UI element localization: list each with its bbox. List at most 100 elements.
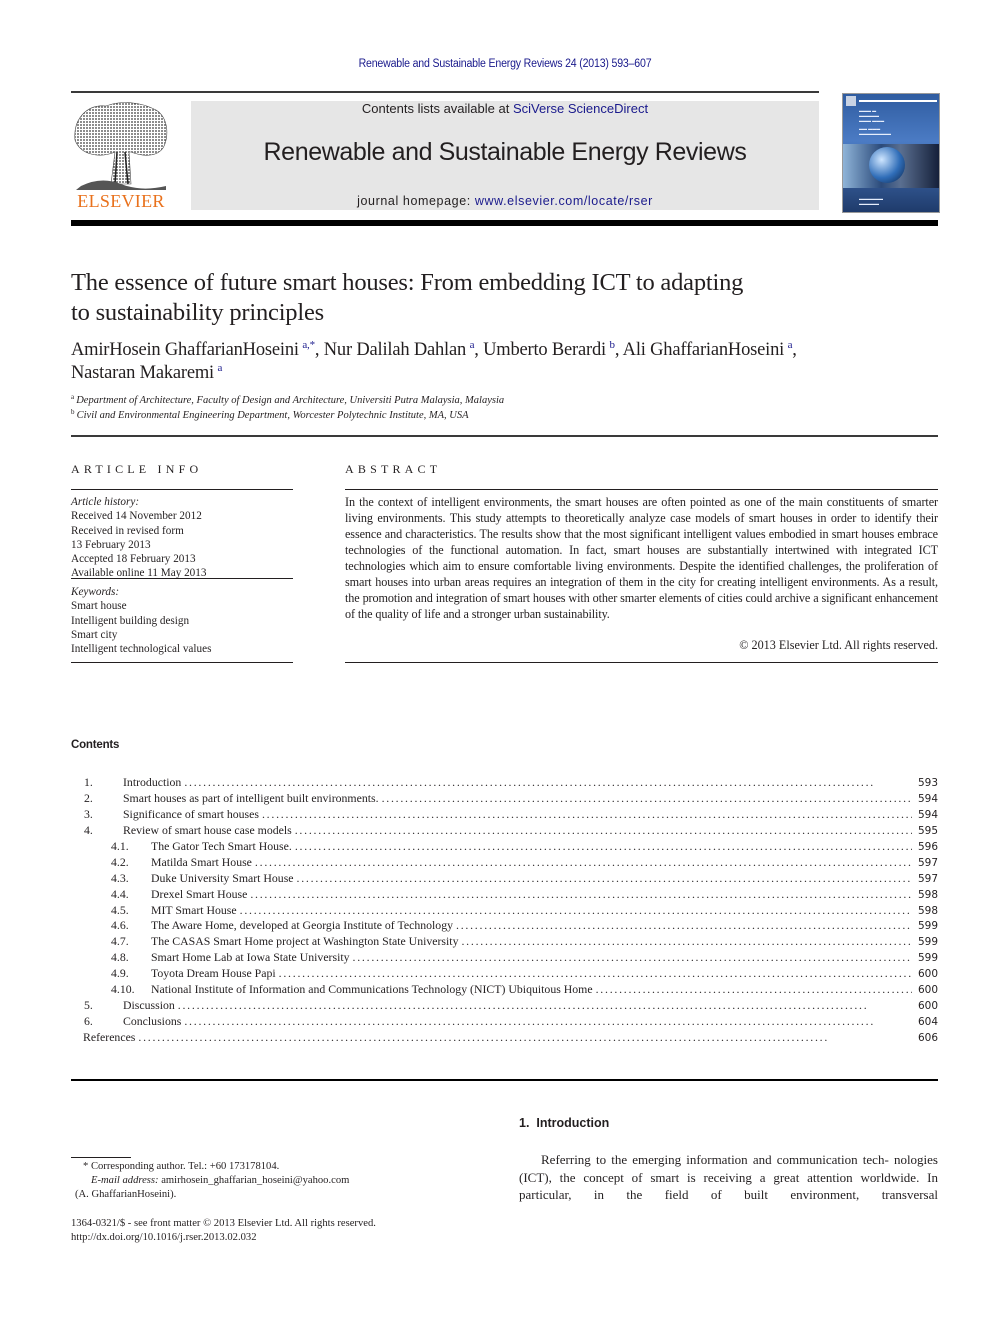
abstract-body: In the context of intelligent environmen…: [345, 494, 938, 622]
email-line: E-mail address: amirhosein_ghaffarian_ho…: [71, 1174, 491, 1188]
toc-number: 4.4.: [111, 886, 129, 901]
affiliations: a Department of Architecture, Faculty of…: [71, 393, 931, 423]
doi-link[interactable]: http://dx.doi.org/10.1016/j.rser.2013.02…: [71, 1232, 257, 1243]
toc-label[interactable]: Matilda Smart House: [151, 854, 255, 871]
toc-entry[interactable]: 2. Smart houses as part of intelligent bu…: [71, 790, 938, 808]
divider: [345, 489, 938, 490]
cover-publisher-icon: [846, 96, 856, 106]
toc-entry[interactable]: 1. Introduction 593: [71, 775, 938, 791]
toc-entry[interactable]: 5. Discussion 600: [71, 998, 938, 1015]
toc-page-number[interactable]: 599: [912, 919, 938, 935]
toc-page-number[interactable]: 598: [912, 888, 938, 904]
toc-label[interactable]: Discussion: [123, 998, 178, 1015]
journal-citation[interactable]: Renewable and Sustainable Energy Reviews…: [40, 58, 969, 70]
toc-entry[interactable]: References 606: [71, 1030, 938, 1046]
title-line-2: to sustainability principles: [71, 299, 324, 326]
toc-leader-dots: [255, 855, 912, 871]
toc-label[interactable]: The Gator Tech Smart House.: [151, 838, 295, 855]
toc-label[interactable]: Smart houses as part of intelligent buil…: [123, 790, 382, 807]
introduction-heading: 1. Introduction: [519, 1116, 610, 1130]
email-link[interactable]: amirhosein_ghaffarian_hoseini@yahoo.com: [161, 1175, 349, 1186]
toc-page-number[interactable]: 593: [912, 776, 938, 792]
author[interactable]: Nur Dalilah Dahlan a: [324, 340, 475, 361]
toc-leader-dots: [240, 903, 912, 919]
toc-entry[interactable]: 4.2. Matilda Smart House 597: [71, 854, 938, 872]
keyword: Intelligent technological values: [71, 643, 212, 656]
toc-page-number[interactable]: 597: [912, 872, 938, 888]
toc-entry[interactable]: 4.9. Toyota Dream House Papi 600: [71, 966, 938, 983]
toc-page-number[interactable]: 596: [912, 840, 938, 856]
toc-number: 4.5.: [111, 902, 129, 917]
toc-number: 5.: [84, 998, 93, 1013]
toc-label[interactable]: References: [83, 1030, 139, 1046]
toc-page-number[interactable]: 599: [912, 951, 938, 967]
toc-entry[interactable]: 4.8. Smart Home Lab at Iowa State Univers…: [71, 950, 938, 967]
elsevier-logo[interactable]: ELSEVIER: [71, 100, 171, 212]
homepage-link[interactable]: www.elsevier.com/locate/rser: [475, 194, 653, 208]
toc-label[interactable]: The CASAS Smart Home project at Washingt…: [151, 934, 462, 951]
toc-entry[interactable]: 4.4. Drexel Smart House 598: [71, 886, 938, 904]
toc-entry[interactable]: 4.10. National Institute of Information a…: [71, 982, 938, 999]
section-divider: [71, 435, 938, 437]
toc-page-number[interactable]: 599: [912, 935, 938, 951]
issn-block: 1364-0321/$ - see front matter © 2013 El…: [71, 1217, 491, 1245]
email-label: E-mail address:: [91, 1175, 159, 1186]
toc-entry[interactable]: 4.5. MIT Smart House 598: [71, 902, 938, 920]
homepage-prefix: journal homepage:: [357, 194, 475, 208]
toc-page-number[interactable]: 600: [912, 999, 938, 1015]
toc-label[interactable]: National Institute of Information and Co…: [151, 982, 596, 999]
author[interactable]: Nastaran Makaremi a: [71, 362, 223, 384]
introduction-paragraph: Referring to the emerging information an…: [519, 1152, 938, 1202]
toc-entry[interactable]: 4.1. The Gator Tech Smart House. 596: [71, 838, 938, 856]
journal-cover-thumbnail[interactable]: ▬▬▬ ▬ ▬▬▬▬▬ ▬▬▬ ▬▬▬ ▬▬ ▬▬▬ ▬▬▬▬▬▬▬▬ ▬▬▬▬▬▬ ▬…: [842, 93, 940, 213]
toc-page-number[interactable]: 600: [912, 967, 938, 983]
toc-number: 6.: [84, 1014, 93, 1029]
toc-label[interactable]: The Aware Home, developed at Georgia Ins…: [151, 918, 456, 935]
contents-heading: Contents: [71, 739, 120, 751]
header-divider: [71, 91, 819, 93]
author-affil-sup[interactable]: a,*: [302, 339, 315, 351]
toc-entry[interactable]: 4. Review of smart house case models 595: [71, 822, 938, 840]
sciencedirect-link[interactable]: SciVerse ScienceDirect: [513, 101, 648, 116]
toc-entry[interactable]: 4.7. The CASAS Smart Home project at Wash…: [71, 934, 938, 951]
author[interactable]: AmirHosein GhaffarianHoseini a,*: [71, 339, 315, 361]
toc-entry[interactable]: 4.6. The Aware Home, developed at Georgia…: [71, 918, 938, 935]
toc-page-number[interactable]: 595: [912, 824, 938, 840]
toc-label[interactable]: MIT Smart House: [151, 902, 240, 919]
author-affil-sup[interactable]: a: [218, 362, 223, 374]
toc-label[interactable]: Toyota Dream House Papi: [151, 966, 279, 983]
toc-entry[interactable]: 3. Significance of smart houses 594: [71, 806, 938, 824]
toc-leader-dots: [184, 775, 912, 791]
contents-divider: [71, 1079, 938, 1081]
toc-entry[interactable]: 4.3. Duke University Smart House 597: [71, 870, 938, 888]
toc-leader-dots: [461, 934, 912, 950]
toc-label[interactable]: Significance of smart houses: [123, 806, 262, 823]
author-list: AmirHosein GhaffarianHoseini a,*, Nur Da…: [71, 339, 797, 384]
toc-leader-dots: [353, 950, 912, 966]
author[interactable]: Ali GhaffarianHoseini a: [623, 340, 793, 361]
toc-leader-dots: [295, 823, 912, 839]
abstract-paragraph: In the context of intelligent environmen…: [345, 495, 938, 621]
toc-number: 4.1.: [111, 838, 129, 853]
toc-page-number[interactable]: 598: [912, 904, 938, 920]
keywords: Keywords: Smart house Intelligent buildi…: [71, 585, 301, 656]
toc-label[interactable]: Review of smart house case models: [123, 822, 295, 839]
toc-label[interactable]: Duke University Smart House: [151, 870, 297, 887]
author[interactable]: Umberto Berardi b: [483, 340, 615, 361]
cover-bar: [859, 100, 937, 102]
toc-page-number[interactable]: 606: [912, 1031, 938, 1047]
toc-page-number[interactable]: 594: [912, 808, 938, 824]
toc-label[interactable]: Conclusions: [123, 1014, 185, 1031]
toc-label[interactable]: Drexel Smart House: [151, 886, 251, 903]
toc-page-number[interactable]: 604: [912, 1015, 938, 1031]
toc-label[interactable]: Introduction: [123, 775, 185, 791]
toc-page-number[interactable]: 594: [912, 792, 938, 808]
toc-number: 4.7.: [111, 934, 129, 949]
toc-page-number[interactable]: 597: [912, 856, 938, 872]
toc-number: 4.10.: [111, 982, 135, 997]
toc-leader-dots: [297, 871, 912, 887]
abstract-heading: ABSTRACT: [345, 462, 442, 476]
toc-page-number[interactable]: 600: [912, 983, 938, 999]
toc-entry[interactable]: 6. Conclusions 604: [71, 1014, 938, 1031]
toc-label[interactable]: Smart Home Lab at Iowa State University: [151, 950, 353, 967]
